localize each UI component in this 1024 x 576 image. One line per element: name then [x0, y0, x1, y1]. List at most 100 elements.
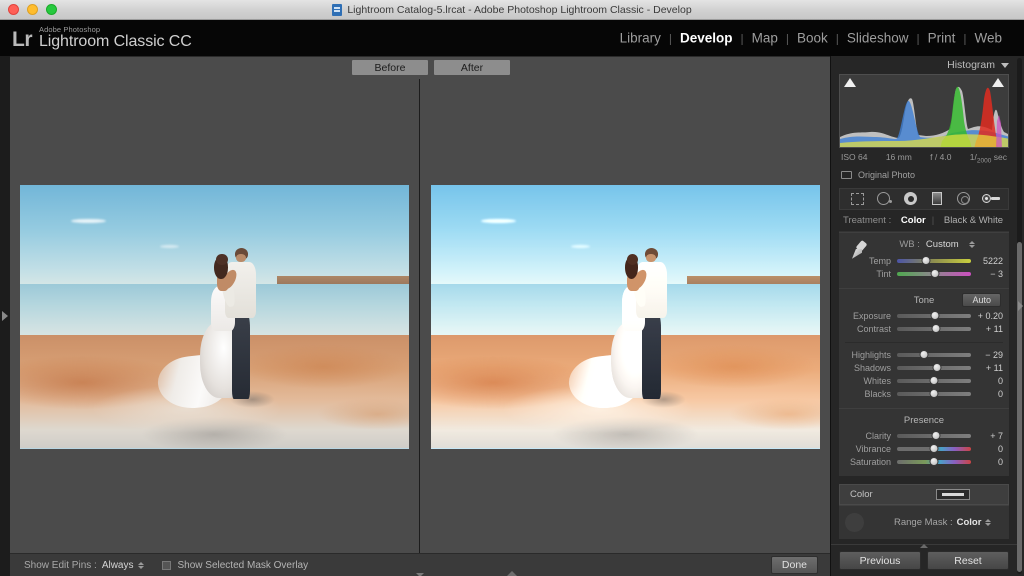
module-library[interactable]: Library: [612, 31, 669, 46]
panel-scrollbar-thumb[interactable]: [1017, 242, 1022, 572]
highlights-slider-knob[interactable]: [919, 350, 929, 360]
shadows-slider-track[interactable]: [897, 363, 971, 373]
before-pane[interactable]: [10, 79, 420, 554]
show-edit-pins-stepper-icon[interactable]: [137, 561, 144, 569]
reset-button[interactable]: Reset: [927, 551, 1009, 570]
tint-slider-knob[interactable]: [930, 269, 940, 279]
right-panel-toggle[interactable]: [1016, 296, 1024, 316]
original-photo-indicator[interactable]: Original Photo: [841, 170, 1017, 180]
tint-slider-track[interactable]: [897, 269, 971, 279]
auto-tone-button[interactable]: Auto: [962, 292, 1001, 307]
highlights-value[interactable]: − 29: [975, 350, 1009, 360]
exposure-slider-row[interactable]: Exposure + 0.20: [839, 310, 1009, 323]
spot-removal-tool[interactable]: [874, 191, 894, 207]
lightroom-window: Lightroom Catalog-5.lrcat - Adobe Photos…: [0, 0, 1024, 576]
close-button[interactable]: [8, 4, 19, 15]
after-pane[interactable]: [420, 79, 830, 554]
clarity-slider-track[interactable]: [897, 431, 971, 441]
photo-cloud: [70, 218, 106, 224]
zoom-button[interactable]: [46, 4, 57, 15]
color-section-header[interactable]: Color: [839, 483, 1009, 505]
whites-label: Whites: [863, 376, 891, 387]
color-swatch-button[interactable]: [936, 488, 970, 500]
crop-overlay-tool[interactable]: [847, 191, 867, 207]
panel-handle-icon[interactable]: [920, 544, 928, 548]
adjustment-brush-tool[interactable]: [981, 191, 1001, 207]
wb-stepper-icon[interactable]: [968, 240, 975, 248]
radial-filter-tool[interactable]: [954, 191, 974, 207]
left-panel-toggle[interactable]: [0, 56, 10, 576]
contrast-value[interactable]: + 11: [975, 324, 1009, 334]
module-map[interactable]: Map: [744, 31, 786, 46]
module-slideshow[interactable]: Slideshow: [839, 31, 917, 46]
before-photo[interactable]: [20, 184, 409, 449]
clarity-slider-row[interactable]: Clarity + 7: [839, 430, 1009, 443]
mask-preview-swatch[interactable]: [845, 512, 864, 532]
vibrance-slider-row[interactable]: Vibrance 0: [839, 443, 1009, 456]
minimize-button[interactable]: [27, 4, 38, 15]
brand-text: Adobe Photoshop Lightroom Classic CC: [39, 26, 192, 51]
saturation-slider-knob[interactable]: [929, 457, 939, 467]
contrast-slider-row[interactable]: Contrast + 11: [839, 323, 1009, 336]
vibrance-slider-track[interactable]: [897, 444, 971, 454]
document-icon: [332, 3, 343, 16]
module-print[interactable]: Print: [920, 31, 964, 46]
photo-couple: [566, 247, 686, 422]
mask-overlay-checkbox[interactable]: [161, 560, 171, 570]
whites-slider-row[interactable]: Whites 0: [839, 375, 1009, 388]
clarity-value[interactable]: + 7: [975, 431, 1009, 441]
whites-slider-knob[interactable]: [929, 376, 939, 386]
vibrance-value[interactable]: 0: [975, 444, 1009, 454]
saturation-slider-track[interactable]: [897, 457, 971, 467]
temp-slider-track[interactable]: [897, 256, 971, 266]
highlights-slider-row[interactable]: Highlights − 29: [839, 349, 1009, 362]
whites-value[interactable]: 0: [975, 376, 1009, 386]
after-label[interactable]: After: [434, 60, 510, 75]
shadows-slider-knob[interactable]: [932, 363, 942, 373]
vibrance-slider-knob[interactable]: [929, 444, 939, 454]
after-photo[interactable]: [430, 184, 820, 449]
graduated-filter-tool[interactable]: [927, 191, 947, 207]
exposure-slider-track[interactable]: [897, 311, 971, 321]
histogram-header[interactable]: Histogram: [831, 56, 1017, 74]
tint-slider-row[interactable]: Tint − 3: [839, 268, 1009, 281]
module-develop[interactable]: Develop: [672, 31, 741, 46]
blacks-value[interactable]: 0: [975, 389, 1009, 399]
tint-value[interactable]: − 3: [975, 269, 1009, 279]
white-balance-section: WB : Custom Temp 5222 Tint − 3: [839, 231, 1009, 288]
shutter-numerator: 1: [969, 152, 975, 162]
saturation-value[interactable]: 0: [975, 457, 1009, 467]
shadows-slider-row[interactable]: Shadows + 11: [839, 362, 1009, 375]
chevron-down-icon[interactable]: [1001, 62, 1009, 68]
highlights-slider-track[interactable]: [897, 350, 971, 360]
range-mask-value[interactable]: Color: [957, 517, 982, 528]
module-book[interactable]: Book: [789, 31, 836, 46]
image-viewer: Before After Show Edit Pins: Always Sho…: [10, 56, 830, 576]
blacks-slider-row[interactable]: Blacks 0: [839, 388, 1009, 401]
contrast-slider-track[interactable]: [897, 324, 971, 334]
done-button[interactable]: Done: [770, 556, 818, 574]
whites-slider-track[interactable]: [897, 376, 971, 386]
range-mask-stepper-icon[interactable]: [985, 518, 992, 526]
module-web[interactable]: Web: [966, 31, 1010, 46]
treatment-bw-option[interactable]: Black & White: [938, 215, 1009, 226]
exposure-slider-knob[interactable]: [930, 311, 940, 321]
wb-value[interactable]: Custom: [926, 239, 959, 250]
white-balance-eyedropper-icon[interactable]: [851, 239, 869, 263]
red-eye-correction-tool[interactable]: [901, 191, 921, 207]
contrast-slider-knob[interactable]: [931, 324, 941, 334]
filmstrip-handle-icon[interactable]: [507, 571, 517, 576]
saturation-slider-row[interactable]: Saturation 0: [839, 456, 1009, 469]
blacks-slider-knob[interactable]: [929, 389, 939, 399]
temp-slider-knob[interactable]: [921, 256, 931, 266]
temp-value[interactable]: 5222: [975, 256, 1009, 266]
show-edit-pins-value[interactable]: Always: [102, 560, 134, 571]
clarity-slider-knob[interactable]: [931, 431, 941, 441]
exposure-value[interactable]: + 0.20: [975, 311, 1009, 321]
before-label[interactable]: Before: [352, 60, 428, 75]
blacks-slider-track[interactable]: [897, 389, 971, 399]
shadows-value[interactable]: + 11: [975, 363, 1009, 373]
histogram-graph[interactable]: [839, 74, 1009, 148]
treatment-color-option[interactable]: Color: [895, 215, 932, 226]
previous-button[interactable]: Previous: [839, 551, 921, 570]
